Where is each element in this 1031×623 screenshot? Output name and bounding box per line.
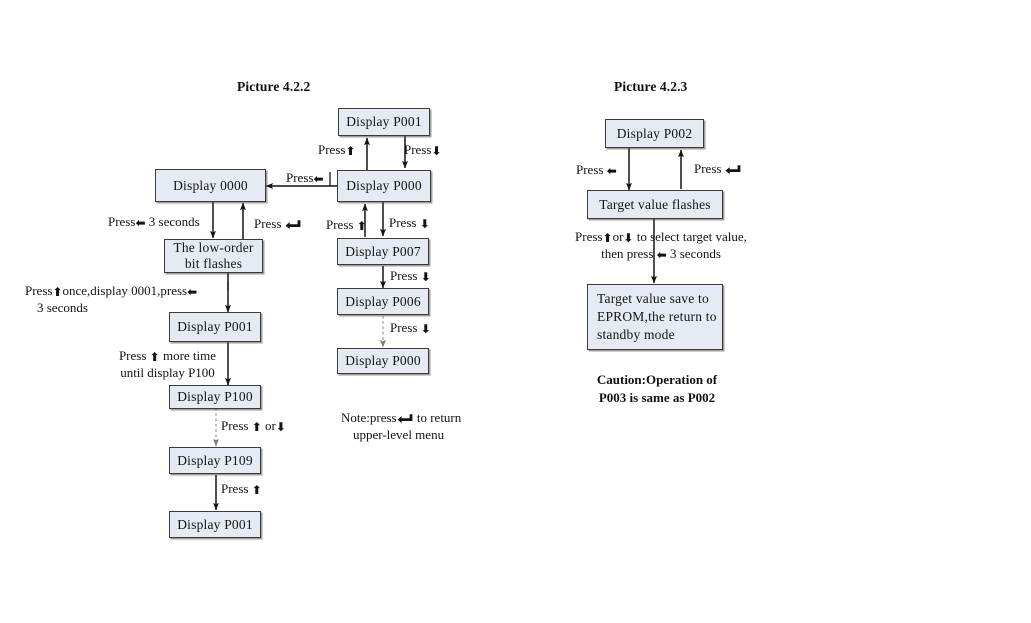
node-display-p000-main: Display P000 [337,170,431,202]
node-display-0000: Display 0000 [155,169,266,202]
label-text-c: to select target value, [636,229,747,244]
arrow-left-icon [313,172,323,188]
label-text: Press [221,481,249,496]
label-text: Press [390,268,418,283]
label-press-up-p109: Press [221,481,262,498]
label-press-left-down-423: Press [576,162,617,179]
arrow-up-icon [603,231,613,247]
label-press-up-or-down: Press or [221,418,286,435]
arrow-up-icon [357,219,367,235]
arrow-left-icon [657,248,667,264]
label-text: Press [286,170,314,185]
label-text: Note:press [341,410,397,425]
label-press-up-once-display-0001: Press once,display 0001,press 3 seconds [25,283,240,317]
arrow-up-icon [150,350,160,366]
caution-line2: P003 is same as P002 [598,389,716,405]
label-press-down-p007: Press [389,215,430,232]
label-text-line2-b: 3 seconds [670,246,721,262]
label-select-target-value: Pressor to select target value, then pre… [541,229,781,264]
arrow-down-icon [420,217,430,233]
caution-note: Caution:Operation of P003 is same as P00… [577,371,737,406]
label-text-line2: upper-level menu [353,426,445,442]
node-display-p100: Display P100 [169,385,261,409]
label-text-b: once,display 0001,press [62,283,188,298]
label-press-up-p007: Press [326,217,367,234]
caution-line1: Caution:Operation of [596,372,718,387]
label-text: Press [390,320,418,335]
node-display-p001-top: Display P001 [338,108,430,136]
label-text-b: more time [162,348,217,363]
label-text-line2-a: then press [601,246,654,262]
return-key-icon [725,164,742,175]
label-text: Press [576,162,604,177]
arrow-left-icon [135,216,145,232]
node-display-p000-bottom: Display P000 [337,348,429,374]
label-press-return-to-0000: Press [254,216,302,233]
arrow-down-icon [623,231,633,247]
arrow-up-icon [252,483,262,499]
diagram-canvas: Picture 4.2.2 Display P001 Display P000 … [0,0,1031,623]
picture-422-title: Picture 4.2.2 [237,79,311,94]
label-text-b: or [265,418,276,433]
node-display-p007: Display P007 [337,238,429,265]
node-target-value-flashes: Target value flashes [587,190,723,219]
label-text: Press [25,283,53,298]
label-text: Press [221,418,249,433]
label-press-up-to-p001: Press [318,142,356,159]
node-display-p002: Display P002 [605,119,704,148]
arrow-down-icon [421,322,431,338]
label-text-or: or [612,229,624,244]
arrow-up-icon [252,420,262,436]
node-display-p006: Display P006 [337,288,429,315]
node-display-p109: Display P109 [169,447,261,474]
label-text: Press [389,215,417,230]
label-press-down-to-p001: Press [404,142,442,159]
arrow-down-icon [421,270,431,286]
arrow-left-icon [187,285,197,301]
return-key-icon [285,219,302,230]
arrow-up-icon [52,285,62,301]
arrow-left-icon [607,164,617,180]
label-text: Press [326,217,354,232]
label-text: Press [118,348,147,363]
label-text: Press [108,214,136,229]
label-text-line2: until display P100 [120,365,215,381]
label-text-b: to return [416,410,462,425]
node-target-value-save: Target value save to EPROM,the return to… [587,284,723,350]
label-text: Press [318,142,346,157]
label-text: Press [404,142,432,157]
return-key-icon [397,413,414,424]
label-text-seconds: 3 seconds [148,214,200,229]
arrow-down-icon [276,420,286,436]
label-text-line2: 3 seconds [37,300,88,316]
node-display-p001-bottom: Display P001 [169,511,261,538]
picture-423-title: Picture 4.2.3 [614,79,688,94]
arrow-down-icon [431,144,441,160]
label-press-down-p006: Press [390,268,431,285]
label-text: Press [575,229,603,244]
arrow-up-icon [345,144,355,160]
label-press-left-to-0000: Press [286,170,324,187]
node-low-order-bit-flashes: The low-order bit flashes [164,239,263,273]
label-press-more-time: Press more time until display P100 [100,348,235,382]
label-note-press-return: Note:press to return upper-level menu [341,410,501,444]
label-press-down-p000: Press [390,320,431,337]
label-press-left-3-seconds: Press 3 seconds [108,214,200,231]
label-press-return-up-423: Press [694,161,742,178]
label-text: Press [254,216,282,231]
label-text: Press [694,161,722,176]
